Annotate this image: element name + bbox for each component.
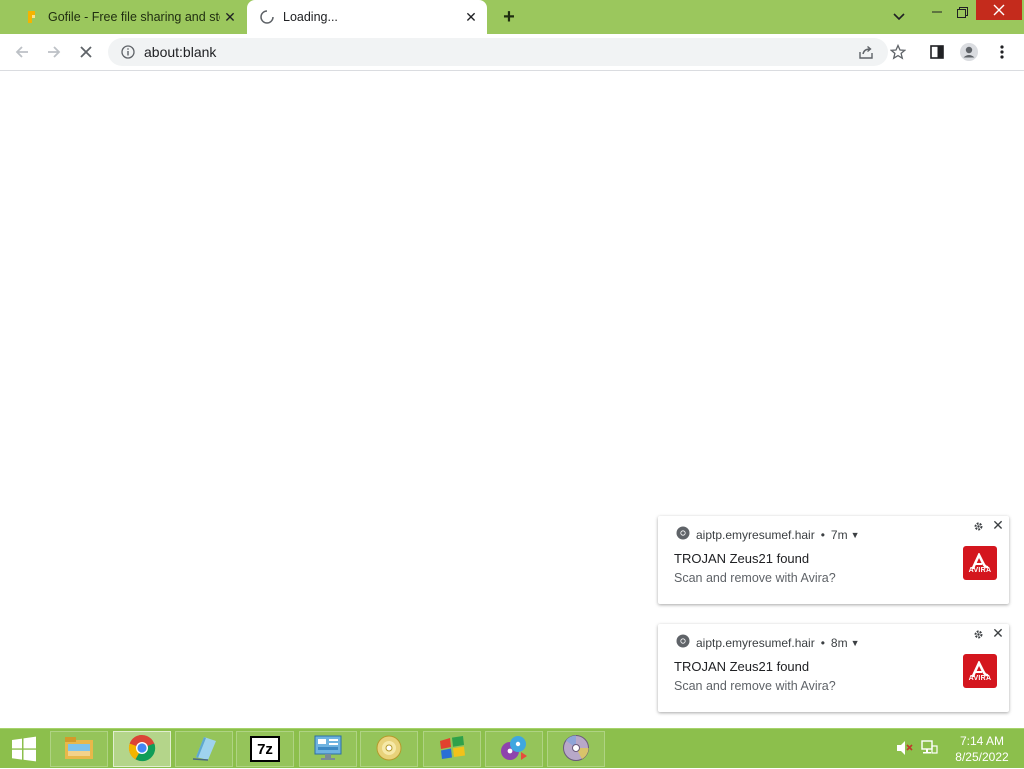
back-arrow-icon[interactable] xyxy=(8,38,36,66)
tab-title: Loading... xyxy=(283,10,338,24)
notification-popup[interactable]: aiptp.emyresumef.hair • 8m ▼ ✕ TROJAN Ze… xyxy=(658,624,1009,712)
chevron-down-icon[interactable]: ▼ xyxy=(851,638,860,648)
tab-loading[interactable]: Loading... ✕ xyxy=(247,0,487,34)
separator-dot: • xyxy=(820,635,825,650)
gear-icon[interactable] xyxy=(971,627,985,641)
volume-muted-icon[interactable] xyxy=(896,739,914,757)
stop-loading-icon[interactable] xyxy=(72,38,100,66)
menu-kebab-icon[interactable] xyxy=(988,38,1016,66)
chrome-icon xyxy=(676,634,690,651)
tab-close-icon[interactable]: ✕ xyxy=(220,7,240,27)
system-clock[interactable]: 7:14 AM 8/25/2022 xyxy=(944,733,1020,765)
control-panel-icon xyxy=(313,734,343,765)
taskbar: 7z 7:14 AM 8/25/2022 xyxy=(0,728,1024,768)
address-bar[interactable]: about:blank xyxy=(108,38,888,66)
new-tab-button[interactable]: + xyxy=(497,5,521,29)
tab-gofile[interactable]: Gofile - Free file sharing and storage ✕ xyxy=(12,0,246,34)
notification-site: aiptp.emyresumef.hair xyxy=(696,527,815,542)
taskbar-disc-burner[interactable] xyxy=(360,731,418,767)
clock-time: 7:14 AM xyxy=(959,734,1005,748)
chrome-icon xyxy=(128,734,156,765)
7zip-icon: 7z xyxy=(250,736,280,762)
file-explorer-icon xyxy=(64,735,94,764)
tab-search-icon[interactable] xyxy=(888,5,910,29)
avira-logo-text: AVIRA xyxy=(968,674,992,682)
browser-toolbar: about:blank xyxy=(0,34,1024,71)
taskbar-control-panel[interactable] xyxy=(299,731,357,767)
notification-header: aiptp.emyresumef.hair • 7m ▼ xyxy=(676,526,860,543)
profile-avatar-icon[interactable] xyxy=(955,38,983,66)
minimize-button[interactable] xyxy=(926,0,948,24)
gear-icon[interactable] xyxy=(971,519,985,533)
dvd-icon xyxy=(562,734,590,765)
windows-logo-icon xyxy=(12,736,36,762)
site-info-icon[interactable] xyxy=(118,42,138,62)
notification-age: 8m xyxy=(830,635,848,650)
close-icon[interactable]: ✕ xyxy=(991,517,1005,533)
separator-dot: • xyxy=(820,527,825,542)
forward-arrow-icon[interactable] xyxy=(40,38,68,66)
taskbar-notepad[interactable] xyxy=(175,731,233,767)
notification-body: Scan and remove with Avira? xyxy=(674,571,836,585)
bookmark-star-icon[interactable] xyxy=(884,38,912,66)
notification-body: Scan and remove with Avira? xyxy=(674,679,836,693)
chevron-down-icon[interactable]: ▼ xyxy=(851,530,860,540)
notification-popup[interactable]: aiptp.emyresumef.hair • 7m ▼ ✕ TROJAN Ze… xyxy=(658,516,1009,604)
loading-spinner-icon xyxy=(259,9,275,25)
taskbar-windows-flag[interactable] xyxy=(423,731,481,767)
close-icon[interactable]: ✕ xyxy=(991,625,1005,641)
avira-logo-icon: AVIRA xyxy=(963,654,997,688)
notepad-icon xyxy=(190,735,218,764)
disc-burner-icon xyxy=(375,734,403,765)
notification-title: TROJAN Zeus21 found xyxy=(674,551,810,566)
network-icon[interactable] xyxy=(920,739,938,757)
side-panel-icon[interactable] xyxy=(923,38,951,66)
close-window-button[interactable] xyxy=(976,0,1022,20)
share-icon[interactable] xyxy=(852,38,880,66)
notification-title: TROJAN Zeus21 found xyxy=(674,659,810,674)
taskbar-media-player[interactable] xyxy=(485,731,543,767)
windows-flag-icon xyxy=(437,735,467,764)
clock-date: 8/25/2022 xyxy=(955,750,1009,764)
notification-site: aiptp.emyresumef.hair xyxy=(696,635,815,650)
gofile-icon xyxy=(24,9,40,25)
notification-age: 7m xyxy=(830,527,848,542)
tab-strip: Gofile - Free file sharing and storage ✕… xyxy=(0,0,1024,34)
notification-header: aiptp.emyresumef.hair • 8m ▼ xyxy=(676,634,860,651)
restore-button[interactable] xyxy=(950,0,974,24)
taskbar-chrome[interactable] xyxy=(113,731,171,767)
taskbar-file-explorer[interactable] xyxy=(50,731,108,767)
avira-logo-text: AVIRA xyxy=(968,566,992,574)
taskbar-7zip[interactable]: 7z xyxy=(236,731,294,767)
avira-logo-icon: AVIRA xyxy=(963,546,997,580)
media-player-icon xyxy=(499,734,529,765)
chrome-icon xyxy=(676,526,690,543)
taskbar-dvd[interactable] xyxy=(547,731,605,767)
start-button[interactable] xyxy=(0,729,48,769)
address-text: about:blank xyxy=(144,44,217,60)
tab-title: Gofile - Free file sharing and storage xyxy=(48,10,220,24)
tab-close-icon[interactable]: ✕ xyxy=(461,7,481,27)
